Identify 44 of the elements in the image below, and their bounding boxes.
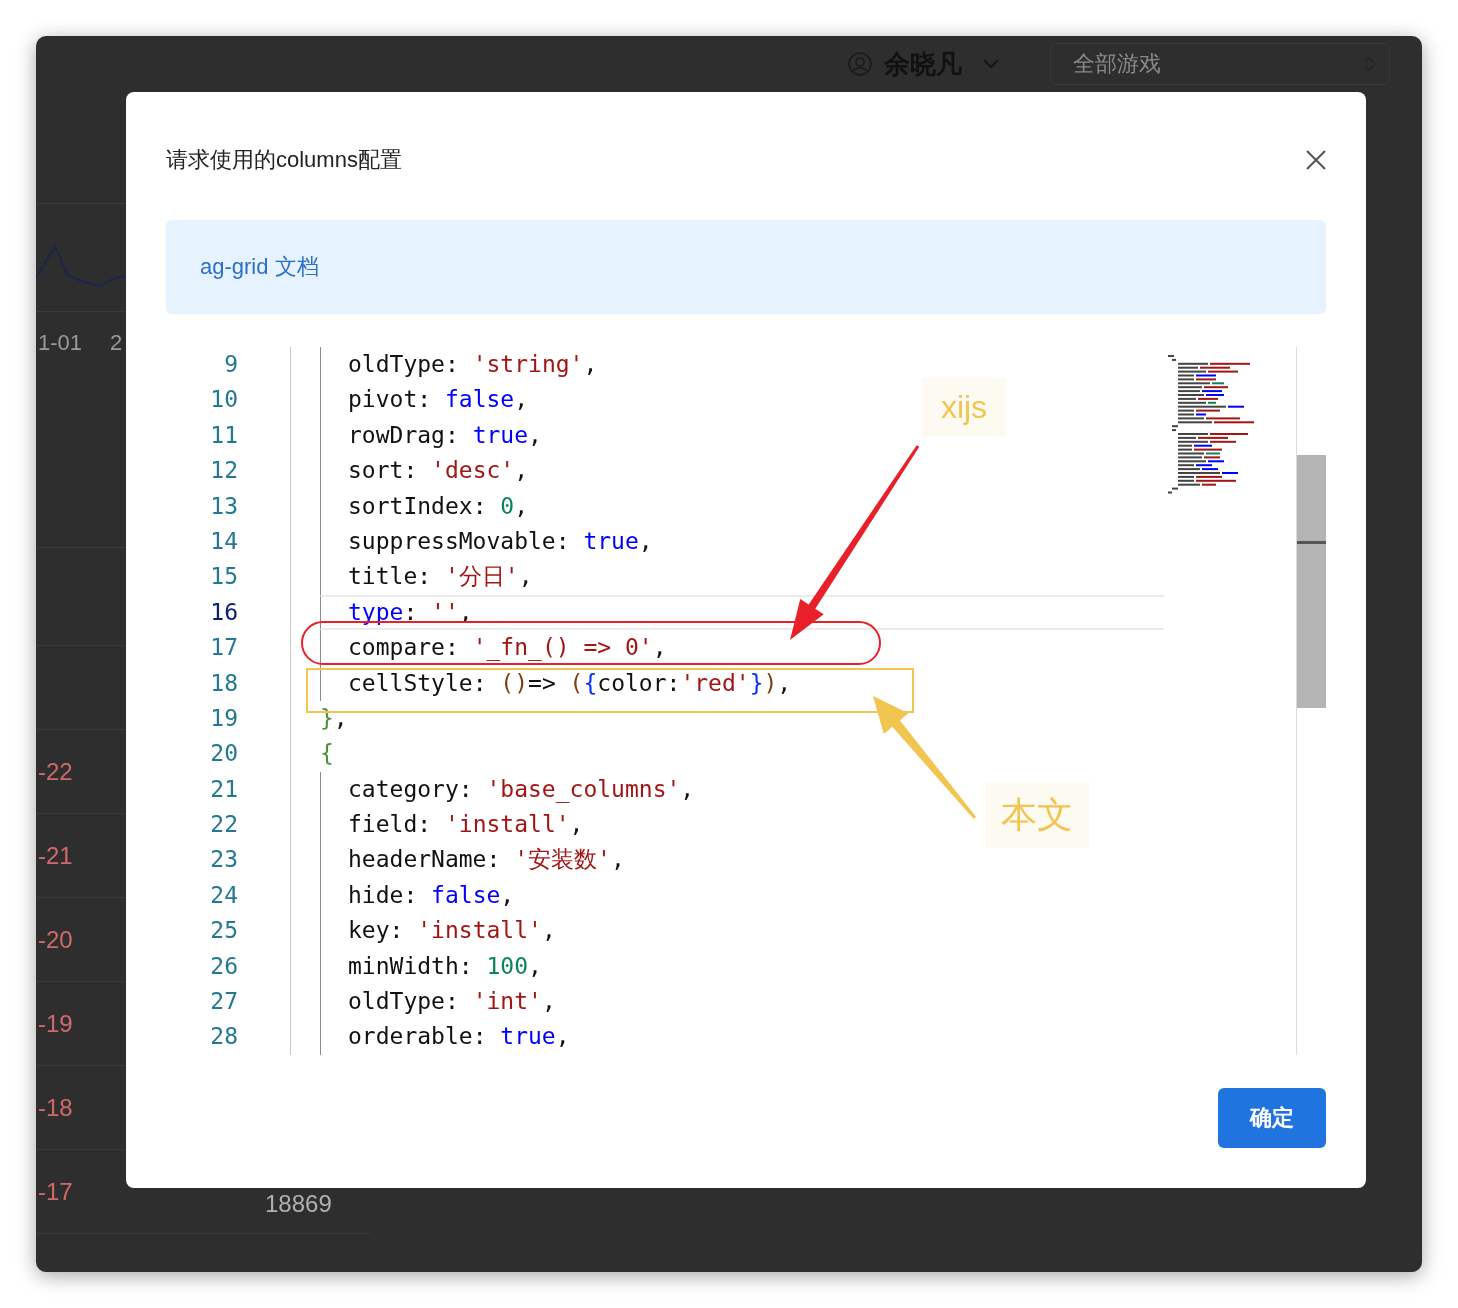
- code-line: minWidth: 100,: [320, 948, 1164, 985]
- code-line: hide: false,: [320, 877, 1164, 914]
- axis-label: 2: [110, 330, 123, 356]
- docs-link[interactable]: ag-grid 文档: [200, 252, 319, 282]
- line-number: 27: [209, 987, 238, 1017]
- line-number: 13: [209, 491, 238, 521]
- table-cell-text: -18: [37, 1093, 73, 1122]
- table-cell-text: -20: [37, 925, 73, 954]
- line-number: 21: [209, 774, 238, 804]
- scrollbar-thumb[interactable]: [1297, 455, 1326, 708]
- dialog-title: 请求使用的columns配置: [166, 146, 402, 174]
- line-number: 18: [209, 668, 238, 698]
- line-number: 16: [209, 597, 238, 627]
- table-cell-text: -17: [37, 1177, 73, 1206]
- line-number: 20: [209, 739, 238, 769]
- line-number: 28: [209, 1022, 238, 1052]
- line-number: 9: [223, 350, 238, 379]
- code-line: key: 'install',: [320, 913, 1164, 949]
- table-cell: 18869: [265, 1190, 332, 1218]
- line-number: 26: [209, 951, 238, 981]
- line-number: 25: [209, 916, 238, 946]
- line-number: 23: [209, 845, 238, 875]
- line-number: 22: [209, 810, 238, 840]
- line-number: 17: [209, 633, 238, 663]
- code-line: oldType: 'int',: [320, 984, 1164, 1020]
- line-number: 12: [209, 456, 238, 486]
- line-number: 19: [209, 703, 238, 733]
- table-cell-text: -19: [37, 1009, 73, 1038]
- line-number: 15: [209, 562, 238, 592]
- close-icon[interactable]: [1306, 150, 1326, 170]
- chevron-down-icon: [982, 58, 1000, 70]
- table-cell-text: -22: [37, 757, 73, 786]
- code-line: oldType: 'string',: [320, 347, 1164, 383]
- game-select[interactable]: 全部游戏: [1050, 43, 1390, 85]
- confirm-button[interactable]: 确定: [1218, 1088, 1326, 1148]
- line-number: 24: [209, 880, 238, 910]
- line-number: 11: [209, 420, 238, 450]
- code-line: orderable: true,: [320, 1019, 1164, 1055]
- axis-label: 1-01: [38, 330, 83, 356]
- line-number: 14: [209, 526, 238, 556]
- line-number: 10: [209, 385, 238, 415]
- code-line: {: [319, 739, 335, 769]
- code-line: headerName: '安装数',: [320, 842, 1164, 878]
- table-cell-text: -21: [37, 841, 73, 870]
